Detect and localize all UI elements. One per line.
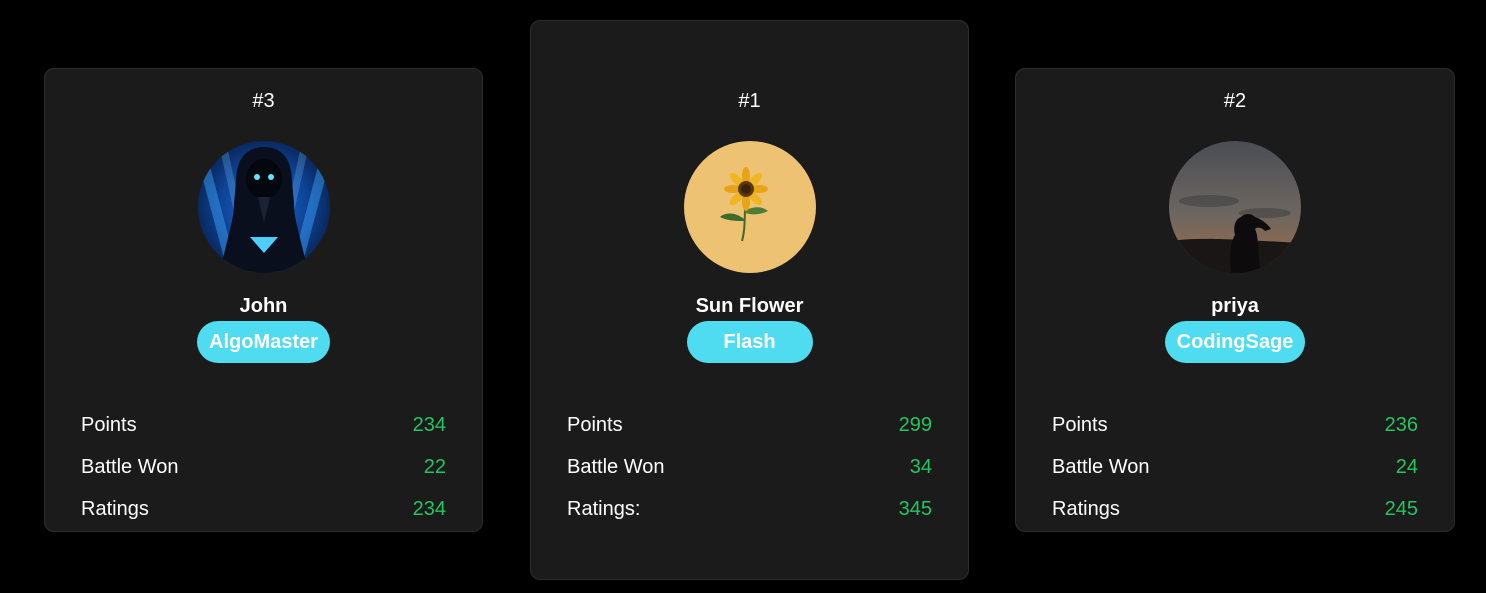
- rank-label: #2: [1223, 90, 1247, 112]
- stat-label: Ratings: [1052, 497, 1120, 520]
- stat-value: 245: [1384, 497, 1418, 520]
- stat-value: 345: [898, 497, 932, 520]
- stat-row-ratings: Ratings 245: [1052, 488, 1418, 530]
- stat-label: Ratings:: [567, 497, 641, 520]
- stat-value: 234: [412, 413, 446, 436]
- player-title-badge: CodingSage: [1164, 321, 1306, 363]
- stat-row-points: Points 234: [81, 404, 446, 446]
- silhouette-sunset-avatar-icon: [1169, 141, 1301, 273]
- leaderboard-card-rank-2[interactable]: #2 priya CodingSage Points 236 Battle Wo…: [1015, 68, 1455, 532]
- player-title-badge: AlgoMaster: [197, 321, 330, 363]
- stat-label: Ratings: [81, 497, 149, 520]
- stat-label: Points: [567, 413, 623, 436]
- leaderboard-podium: #3 John AlgoMaster Points 234 Battle Won…: [0, 0, 1486, 593]
- player-name: John: [239, 295, 288, 317]
- stat-value: 236: [1384, 413, 1418, 436]
- stat-label: Points: [81, 413, 137, 436]
- stat-row-ratings: Ratings: 345: [567, 488, 932, 530]
- stat-row-points: Points 236: [1052, 404, 1418, 446]
- player-stats: Points 234 Battle Won 22 Ratings 234: [81, 404, 446, 530]
- rank-label: #3: [252, 90, 275, 112]
- stat-row-battle-won: Battle Won 24: [1052, 446, 1418, 488]
- stat-value: 34: [909, 455, 932, 478]
- sunflower-avatar-icon: [683, 141, 816, 273]
- hooded-figure-avatar-icon: [197, 141, 330, 273]
- leaderboard-card-rank-3[interactable]: #3 John AlgoMaster Points 234 Battle Won…: [44, 68, 483, 532]
- stat-label: Battle Won: [567, 455, 665, 478]
- leaderboard-card-rank-1[interactable]: #1 Sun Flower Flash Points 299 Battle Wo…: [530, 20, 969, 580]
- player-name: Sun Flower: [695, 295, 804, 317]
- rank-label: #1: [738, 90, 761, 112]
- player-stats: Points 236 Battle Won 24 Ratings 245: [1052, 404, 1418, 530]
- player-title-badge: Flash: [686, 321, 813, 363]
- stat-row-ratings: Ratings 234: [81, 488, 446, 530]
- stat-row-battle-won: Battle Won 34: [567, 446, 932, 488]
- stat-value: 24: [1395, 455, 1418, 478]
- stat-value: 299: [898, 413, 932, 436]
- stat-label: Battle Won: [81, 455, 179, 478]
- player-name: priya: [1211, 295, 1259, 317]
- stat-row-battle-won: Battle Won 22: [81, 446, 446, 488]
- stat-value: 22: [423, 455, 446, 478]
- stat-label: Points: [1052, 413, 1108, 436]
- stat-label: Battle Won: [1052, 455, 1150, 478]
- stat-row-points: Points 299: [567, 404, 932, 446]
- player-stats: Points 299 Battle Won 34 Ratings: 345: [567, 404, 932, 530]
- stat-value: 234: [412, 497, 446, 520]
